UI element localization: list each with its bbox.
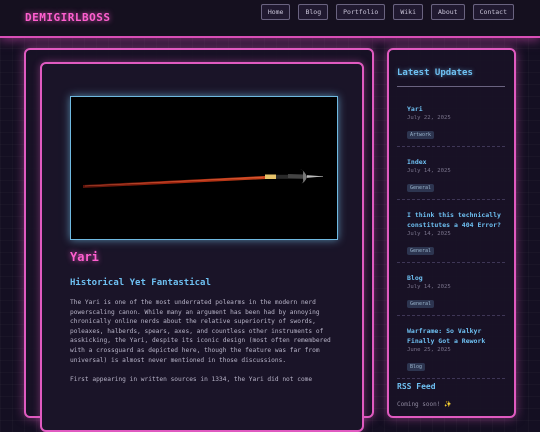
list-item: I think this technically constitutes a 4… [397, 200, 505, 263]
sidebar: Latest Updates Yari July 22, 2025 Artwor… [387, 48, 516, 418]
update-date: July 14, 2025 [407, 168, 505, 174]
tag-badge[interactable]: General [407, 247, 434, 255]
nav-portfolio[interactable]: Portfolio [336, 4, 385, 20]
nav-home[interactable]: Home [261, 4, 291, 20]
article-card: Yari Historical Yet Fantastical The Yari… [40, 62, 364, 432]
update-date: July 14, 2025 [407, 231, 505, 237]
list-item: Blog July 14, 2025 General [397, 263, 505, 316]
updates-list: Yari July 22, 2025 Artwork Index July 14… [397, 94, 505, 379]
sidebar-title: Latest Updates [397, 68, 473, 78]
sidebar-divider [397, 86, 505, 87]
update-date: July 22, 2025 [407, 115, 505, 121]
article-paragraph: First appearing in written sources in 13… [70, 375, 338, 385]
tag-badge[interactable]: General [407, 300, 434, 308]
rss-title: RSS Feed [397, 382, 436, 391]
spear-illustration [71, 97, 337, 239]
list-item: Index July 14, 2025 General [397, 147, 505, 200]
site-logo[interactable]: DEMIGIRLBOSS [25, 11, 110, 24]
update-date: June 25, 2025 [407, 347, 505, 353]
tag-badge[interactable]: Artwork [407, 131, 434, 139]
tag-badge[interactable]: Blog [407, 363, 425, 371]
update-link[interactable]: Blog [407, 273, 505, 283]
nav-about[interactable]: About [431, 4, 465, 20]
nav-wiki[interactable]: Wiki [393, 4, 423, 20]
main-content-panel: Yari Historical Yet Fantastical The Yari… [24, 48, 374, 418]
article-title: Yari [70, 250, 99, 264]
article-body: The Yari is one of the most underrated p… [70, 298, 338, 395]
update-link[interactable]: Warframe: So Valkyr Finally Got a Rework [407, 326, 505, 346]
list-item: Warframe: So Valkyr Finally Got a Rework… [397, 316, 505, 379]
site-header: DEMIGIRLBOSS Home Blog Portfolio Wiki Ab… [0, 0, 540, 38]
tag-badge[interactable]: General [407, 184, 434, 192]
nav-blog[interactable]: Blog [298, 4, 328, 20]
spear-image [70, 96, 338, 240]
list-item: Yari July 22, 2025 Artwork [397, 94, 505, 147]
update-date: July 14, 2025 [407, 284, 505, 290]
update-link[interactable]: Index [407, 157, 505, 167]
article-subtitle: Historical Yet Fantastical [70, 278, 211, 288]
update-link[interactable]: Yari [407, 104, 505, 114]
main-nav: Home Blog Portfolio Wiki About Contact [261, 4, 514, 20]
nav-contact[interactable]: Contact [473, 4, 514, 20]
article-paragraph: The Yari is one of the most underrated p… [70, 298, 338, 365]
update-link[interactable]: I think this technically constitutes a 4… [407, 210, 505, 230]
